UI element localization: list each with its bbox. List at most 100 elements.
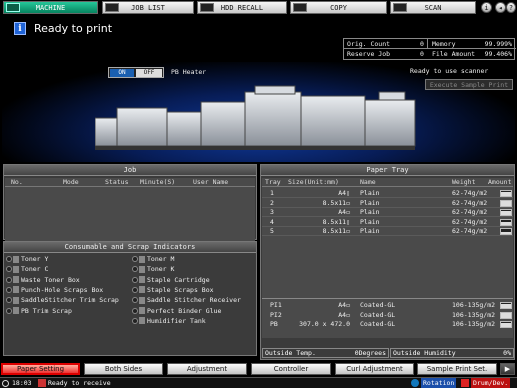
consumable-item[interactable]: Toner M bbox=[132, 255, 174, 264]
tray-size: 8.5x11▯ bbox=[322, 217, 350, 226]
rotation-indicator[interactable]: Rotation bbox=[421, 378, 457, 388]
consumable-icon bbox=[13, 276, 19, 284]
tray-amount-fill bbox=[501, 222, 511, 225]
status-indicator-icon bbox=[132, 317, 138, 324]
tray-paper-name: Plain bbox=[360, 217, 380, 226]
outside-humidity-label: Outside Humidity bbox=[393, 349, 456, 357]
tray-amount-gauge bbox=[500, 302, 512, 309]
speaker-icon[interactable]: ◂ bbox=[495, 2, 506, 13]
tray-amount-fill bbox=[501, 210, 511, 216]
tray-size: 8.5x11▭ bbox=[322, 227, 350, 236]
tray-amount-gauge bbox=[500, 190, 512, 197]
tray-weight: 62-74g/m2 bbox=[452, 208, 488, 217]
consumables-panel: Consumable and Scrap Indicators Toner Y T… bbox=[3, 241, 257, 356]
controller-button[interactable]: Controller bbox=[251, 363, 331, 375]
tray-weight: 62-74g/m2 bbox=[452, 227, 488, 236]
consumable-item[interactable]: Toner C bbox=[6, 265, 48, 274]
consumable-label: Staple Cartridge bbox=[147, 275, 210, 284]
consumable-icon bbox=[139, 255, 145, 263]
tab-copy[interactable]: COPY bbox=[290, 1, 387, 14]
tab-scan[interactable]: SCAN bbox=[390, 1, 476, 14]
drum-dev-indicator[interactable]: Drum/Dev. bbox=[471, 378, 511, 388]
outside-humidity-value: 0% bbox=[503, 349, 511, 357]
execute-sample-print-button[interactable]: Execute Sample Print bbox=[425, 79, 513, 90]
tray-number: PI1 bbox=[270, 301, 282, 309]
consumable-item[interactable]: Perfect Binder Glue bbox=[132, 307, 221, 316]
info-icon[interactable]: i bbox=[481, 2, 492, 13]
tray-row[interactable]: 5 8.5x11▭ Plain 62-74g/m2 bbox=[262, 227, 513, 237]
consumable-icon bbox=[13, 286, 19, 294]
consumable-item[interactable]: Saddle Stitcher Receiver bbox=[132, 296, 241, 305]
tray-amount-fill bbox=[501, 313, 511, 318]
consumable-item[interactable]: Staple Scraps Box bbox=[132, 286, 214, 295]
tray-row[interactable]: PI2 A4▭ Coated-GL 106-135g/m2 bbox=[262, 311, 513, 320]
consumable-item[interactable]: Waste Toner Box bbox=[6, 276, 80, 285]
consumable-label: Waste Toner Box bbox=[21, 275, 80, 284]
special-tray-table[interactable]: PI1 A4▭ Coated-GL 106-135g/m2 PI2 A4▭ Coated-G… bbox=[262, 298, 513, 338]
job-col-no: No. bbox=[11, 178, 23, 186]
help-icon[interactable]: ? bbox=[506, 2, 516, 13]
tray-amount-gauge bbox=[500, 311, 512, 319]
consumable-label: Toner K bbox=[147, 265, 175, 274]
tab-label: SCAN bbox=[424, 3, 442, 12]
status-indicator-icon bbox=[132, 286, 138, 293]
paper-setting-button[interactable]: Paper Setting bbox=[1, 363, 80, 375]
tray-row[interactable]: PB 307.0 x 472.0 Coated-GL 106-135g/m2 bbox=[262, 320, 513, 329]
clock-icon bbox=[2, 380, 9, 387]
tray-amount-gauge bbox=[500, 199, 512, 207]
tray-row[interactable]: PI1 A4▭ Coated-GL 106-135g/m2 bbox=[262, 301, 513, 310]
next-page-icon[interactable]: ▶ bbox=[500, 363, 515, 375]
consumable-icon bbox=[139, 276, 145, 284]
heater-on-button[interactable]: ON bbox=[110, 69, 134, 77]
job-col-minute: Minute(S) bbox=[140, 178, 176, 186]
scan-icon bbox=[393, 3, 407, 12]
tab-label: JOB LIST bbox=[131, 3, 165, 12]
consumable-label: Perfect Binder Glue bbox=[147, 306, 222, 315]
job-panel: Job No. Mode Status Minute(S) User Name bbox=[3, 164, 257, 242]
tray-number: 1 bbox=[270, 189, 274, 197]
adjustment-button[interactable]: Adjustment bbox=[167, 363, 247, 375]
tray-row[interactable]: 4 8.5x11▯ Plain 62-74g/m2 bbox=[262, 218, 513, 227]
tray-table[interactable]: Tray Size(Unit:mm) Name Weight Amount 1 A… bbox=[262, 178, 513, 298]
tray-paper-name: Plain bbox=[360, 189, 380, 197]
heater-off-button[interactable]: OFF bbox=[136, 69, 162, 77]
tray-number: PB bbox=[270, 320, 278, 329]
consumable-item[interactable]: Toner Y bbox=[6, 255, 48, 264]
sample-print-set-button[interactable]: Sample Print Set. bbox=[417, 363, 497, 375]
status-indicator-icon bbox=[6, 307, 12, 314]
status-indicator-icon bbox=[6, 286, 12, 293]
tray-number: 3 bbox=[270, 208, 274, 217]
consumable-item[interactable]: Staple Cartridge bbox=[132, 276, 210, 285]
memory-label: Memory bbox=[432, 40, 456, 48]
curl-adjustment-button[interactable]: Curl Adjustment bbox=[335, 363, 414, 375]
info-status-icon: i bbox=[14, 22, 26, 35]
consumables-title: Consumable and Scrap Indicators bbox=[4, 242, 256, 253]
consumable-item[interactable]: SaddleStitcher Trim Scrap bbox=[6, 296, 119, 305]
tray-amount-fill bbox=[501, 201, 511, 206]
tray-paper-name: Plain bbox=[360, 198, 380, 207]
tab-job-list[interactable]: JOB LIST bbox=[102, 1, 194, 14]
consumable-icon bbox=[139, 307, 145, 314]
tray-row[interactable]: 2 8.5x11▭ Plain 62-74g/m2 bbox=[262, 199, 513, 208]
memory-value: 99.999% bbox=[484, 40, 512, 48]
tray-amount-fill bbox=[501, 303, 511, 308]
paper-tray-panel: Paper Tray Tray Size(Unit:mm) Name Weigh… bbox=[260, 164, 515, 360]
consumable-item[interactable]: Humidifier Tank bbox=[132, 317, 206, 326]
counter-box: Orig. Count 0 Memory 99.999% Reserve Job… bbox=[343, 38, 516, 60]
tray-row[interactable]: 3 A4▭ Plain 62-74g/m2 bbox=[262, 208, 513, 218]
both-sides-button[interactable]: Both Sides bbox=[84, 363, 163, 375]
tab-machine[interactable]: MACHINE bbox=[3, 1, 98, 14]
printer-illustration bbox=[95, 85, 416, 150]
pb-heater-toggle[interactable]: ON OFF bbox=[108, 67, 164, 78]
job-table[interactable]: No. Mode Status Minute(S) User Name bbox=[5, 178, 255, 242]
tray-size: A4▭ bbox=[338, 310, 350, 319]
tab-hdd-recall[interactable]: HDD RECALL bbox=[197, 1, 287, 14]
tray-weight: 62-74g/m2 bbox=[452, 198, 488, 207]
outside-temp-value: 0Degrees bbox=[354, 349, 386, 357]
tray-row[interactable]: 1 A4▯ Plain 62-74g/m2 bbox=[262, 189, 513, 198]
pb-heater-label: PB Heater bbox=[171, 68, 207, 76]
consumable-item[interactable]: Toner K bbox=[132, 265, 174, 274]
consumable-item[interactable]: Punch-Hole Scraps Box bbox=[6, 286, 103, 295]
consumable-icon bbox=[13, 255, 19, 263]
consumable-item[interactable]: PB Trim Scrap bbox=[6, 307, 72, 316]
